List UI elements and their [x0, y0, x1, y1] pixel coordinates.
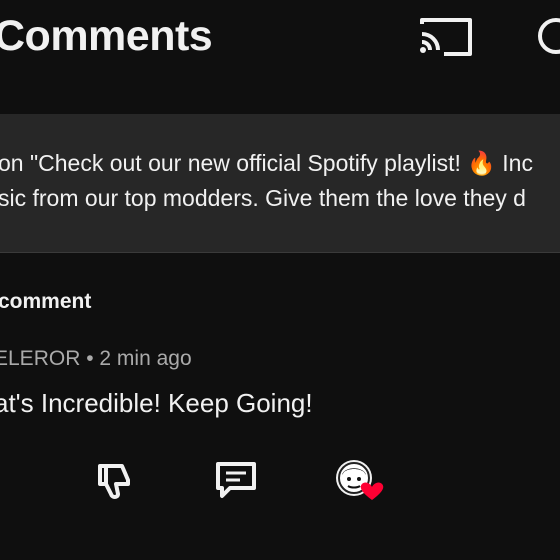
comments-header: Comments [0, 0, 560, 88]
pinned-post-line-1: on "Check out our new official Spotify p… [0, 150, 533, 176]
pinned-post-line-2: sic from our top modders. Give them the … [0, 185, 526, 211]
reply-comment-icon[interactable] [214, 458, 258, 502]
meta-separator: • [86, 347, 94, 370]
comment-meta: ELEROR • 2 min ago [0, 347, 192, 371]
comment-text: at's Incredible! Keep Going! [0, 388, 313, 418]
comment-time: 2 min ago [99, 347, 192, 370]
search-icon[interactable] [532, 14, 560, 62]
comment-count: comment [0, 290, 92, 313]
comment-author[interactable]: ELEROR [0, 347, 80, 370]
cast-icon[interactable] [416, 14, 476, 60]
pinned-post-preview[interactable]: on "Check out our new official Spotify p… [0, 114, 560, 253]
creator-heart-avatar-icon[interactable] [334, 458, 388, 506]
thumbs-down-icon[interactable] [94, 458, 136, 502]
page-title: Comments [0, 12, 213, 60]
